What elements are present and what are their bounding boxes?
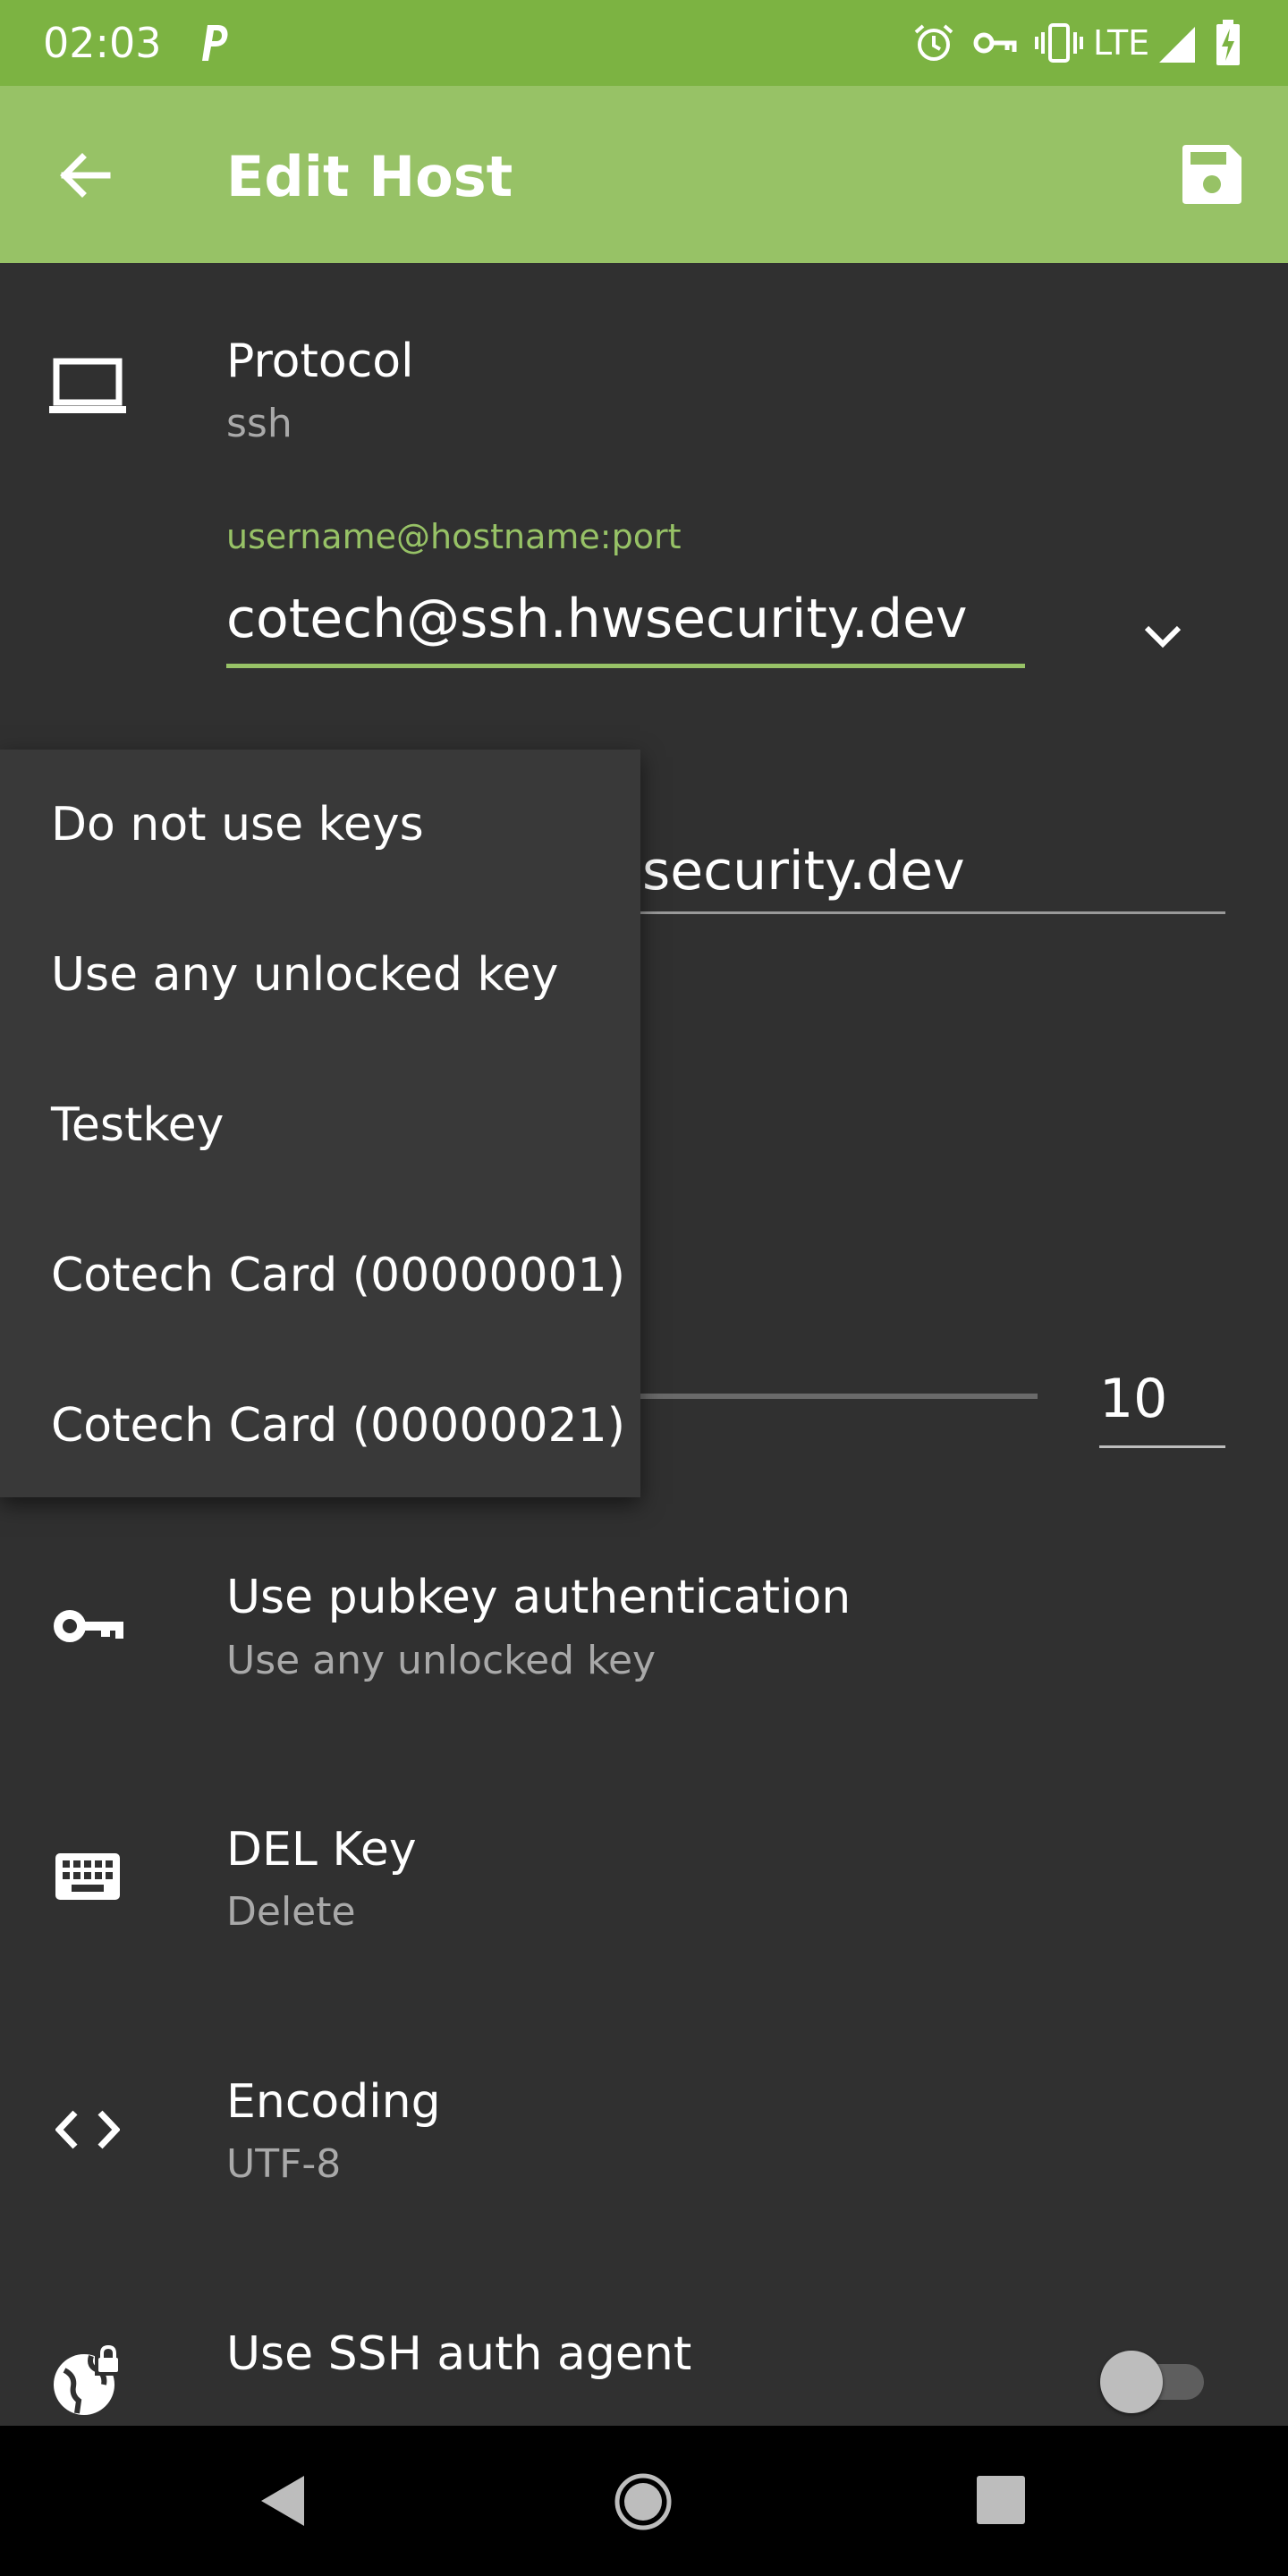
- arrow-back-icon[interactable]: [55, 147, 113, 204]
- save-icon[interactable]: [1182, 145, 1241, 204]
- vibrate-icon: [1034, 23, 1084, 63]
- menu-item-use-any-unlocked-key[interactable]: Use any unlocked key: [51, 945, 558, 1005]
- code-icon: [55, 2109, 120, 2150]
- alarm-icon: [912, 21, 955, 64]
- home-circle-icon[interactable]: [614, 2472, 673, 2531]
- host-field-input[interactable]: cotech@ssh.hwsecurity.dev: [226, 587, 967, 651]
- encoding-title[interactable]: Encoding: [226, 2073, 441, 2131]
- font-size-underline: [1099, 1445, 1225, 1448]
- nickname-field-underline: [640, 911, 1225, 914]
- protocol-value: ssh: [226, 401, 292, 446]
- encoding-value: UTF-8: [226, 2141, 342, 2187]
- recents-square-icon[interactable]: [977, 2476, 1025, 2524]
- keyboard-icon: [55, 1853, 120, 1900]
- font-size-input[interactable]: 10: [1099, 1367, 1167, 1431]
- font-size-slider-track[interactable]: [640, 1394, 1038, 1399]
- app-bar: [0, 86, 1288, 263]
- page-title: Edit Host: [226, 144, 513, 209]
- host-field-underline: [226, 664, 1025, 668]
- auth-agent-toggle-thumb[interactable]: [1100, 2351, 1163, 2413]
- nickname-field-input[interactable]: security.dev: [642, 839, 965, 903]
- auth-agent-title[interactable]: Use SSH auth agent: [226, 2326, 691, 2383]
- vpn-key-icon: [973, 27, 1018, 59]
- network-type: LTE: [1093, 23, 1150, 63]
- menu-item-testkey[interactable]: Testkey: [51, 1095, 224, 1156]
- back-triangle-icon[interactable]: [259, 2474, 306, 2528]
- laptop-icon: [49, 358, 126, 417]
- host-field-label: username@hostname:port: [226, 517, 682, 556]
- pubkey-title[interactable]: Use pubkey authentication: [226, 1569, 851, 1626]
- globe-lock-icon: [52, 2343, 123, 2419]
- signal-icon: [1157, 25, 1197, 64]
- protocol-title[interactable]: Protocol: [226, 333, 414, 390]
- menu-item-do-not-use-keys[interactable]: Do not use keys: [51, 794, 424, 855]
- parking-icon: [195, 21, 231, 64]
- menu-item-cotech-card-1[interactable]: Cotech Card (00000001): [51, 1245, 625, 1306]
- key-icon: [52, 1605, 123, 1648]
- battery-charging-icon: [1215, 20, 1241, 66]
- del-key-title[interactable]: DEL Key: [226, 1821, 417, 1878]
- del-key-value: Delete: [226, 1889, 356, 1935]
- chevron-down-icon[interactable]: [1143, 623, 1182, 649]
- pubkey-value: Use any unlocked key: [226, 1638, 657, 1683]
- menu-item-cotech-card-21[interactable]: Cotech Card (00000021): [51, 1395, 625, 1456]
- status-time: 02:03: [43, 19, 162, 67]
